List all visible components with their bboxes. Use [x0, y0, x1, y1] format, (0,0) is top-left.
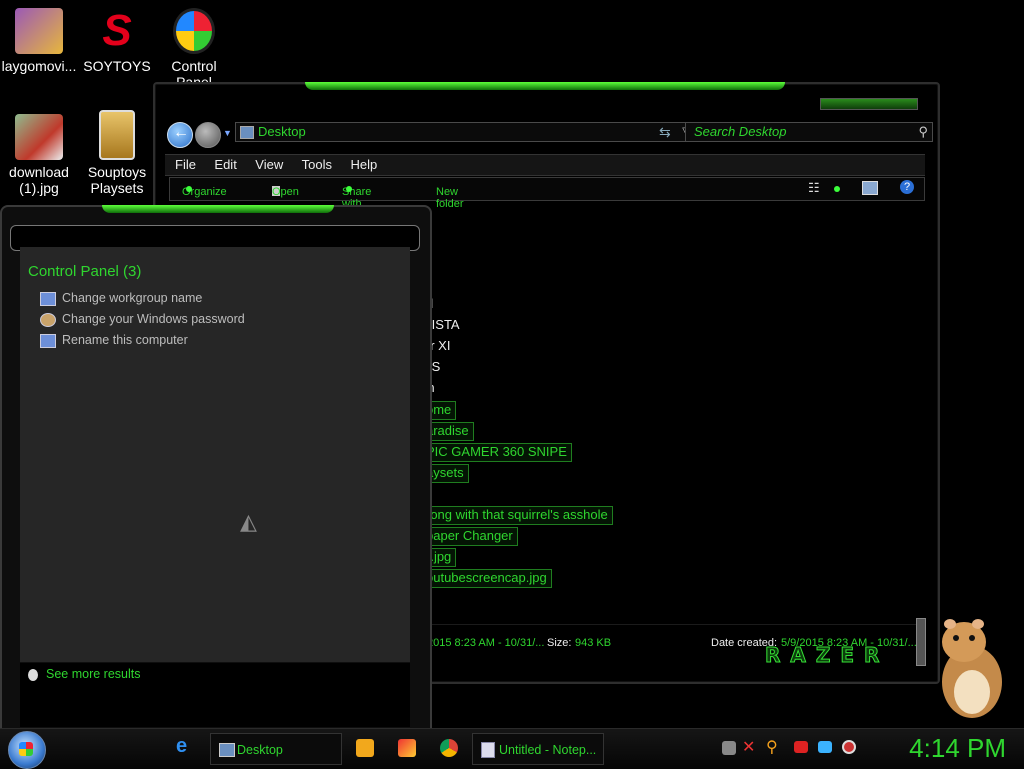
taskbar-button-label: Untitled - Notep... [499, 743, 597, 757]
speaker-icon[interactable] [842, 740, 856, 754]
network-icon[interactable] [722, 741, 736, 755]
preview-pane-icon[interactable] [862, 181, 878, 195]
razer-logo: RAZER [764, 643, 890, 668]
menu-view[interactable]: View [255, 155, 283, 175]
back-arrow-icon: ← [173, 124, 189, 141]
flag-icon[interactable] [794, 741, 808, 753]
result-label: Rename this computer [62, 333, 188, 347]
size-value: 943 KB [575, 637, 612, 649]
desktop-icon-label: download (1).jpg [9, 164, 69, 196]
list-item[interactable]: rong with that squirrel's asshole [423, 506, 613, 525]
result-item[interactable]: Rename this computer [40, 333, 188, 348]
desktop-icon-label: Control Panel [171, 58, 217, 82]
result-label: Change your Windows password [62, 312, 245, 326]
size-label: Size: [547, 637, 572, 649]
list-item[interactable]: paper Changer [423, 527, 518, 546]
desktop-icon-souptoys[interactable]: Souptoys Playsets [78, 110, 156, 196]
list-item[interactable]: PIC GAMER 360 SNIPE [423, 443, 572, 462]
menu-bar: File Edit View Tools Help [165, 154, 925, 176]
address-text: Desktop [258, 124, 306, 139]
menu-tools[interactable]: Tools [302, 155, 332, 175]
desktop-icon-label: Souptoys Playsets [87, 164, 147, 196]
control-panel-icon [173, 8, 215, 54]
help-icon[interactable]: ? [900, 180, 914, 194]
back-button[interactable]: ← [167, 122, 193, 148]
panel-footer: See more results [20, 663, 410, 727]
taskbar-clock[interactable]: 4:14 PM [909, 733, 1006, 764]
desktop-icon-control-panel[interactable]: Control Panel [155, 8, 233, 82]
soytoys-logo-icon: S [102, 6, 132, 55]
results-section-title[interactable]: Control Panel (3) [28, 263, 141, 280]
new-folder-label: New folder [436, 186, 464, 210]
dropdown-dot-icon [186, 186, 192, 192]
folder-icon [219, 743, 235, 757]
address-bar[interactable]: Desktop ▽ [235, 122, 699, 142]
forward-button[interactable] [195, 122, 221, 148]
search-results-icon [28, 668, 38, 681]
windows-logo-icon [19, 742, 33, 756]
menu-file[interactable]: File [175, 155, 196, 175]
search-input[interactable]: Search Desktop ⚲ [685, 122, 933, 142]
see-more-label: See more results [46, 667, 141, 681]
taskbar: e Desktop Untitled - Notep... ✕ ⚲ 4:14 P… [0, 728, 1024, 769]
desktop-icon-laygomovie[interactable]: laygomovi... [0, 8, 78, 74]
result-item[interactable]: Change your Windows password [40, 312, 245, 327]
command-bar: Organize Open Share with New folder ☷ ? [169, 177, 925, 210]
chrome-icon[interactable] [440, 739, 458, 757]
search-icon: ⚲ [918, 124, 928, 139]
date-modified-value: 2015 8:23 AM - 10/31/... [427, 637, 545, 649]
mouse-cursor-icon: ◭ [240, 509, 257, 534]
start-button[interactable] [8, 731, 46, 769]
result-label: Change workgroup name [62, 291, 203, 305]
taskbar-button-desktop[interactable]: Desktop [210, 733, 342, 765]
desktop-icon-download-jpg[interactable]: download (1).jpg [0, 114, 78, 196]
view-options-icon[interactable]: ☷ [808, 180, 820, 196]
media-player-icon[interactable] [356, 739, 374, 757]
see-more-results-link[interactable]: See more results [28, 667, 140, 681]
computer-icon [40, 333, 56, 348]
internet-explorer-icon[interactable]: e [176, 735, 194, 757]
menu-help[interactable]: Help [350, 155, 377, 175]
panel-top-glow [102, 205, 334, 213]
list-item[interactable]: outubescreencap.jpg [423, 569, 552, 588]
desktop-icon-label: SOYTOYS [83, 58, 151, 74]
open-label: Open [272, 186, 299, 198]
paint-icon[interactable] [398, 739, 416, 757]
workgroup-icon [40, 291, 56, 306]
history-dropdown-icon[interactable]: ▼ [223, 128, 232, 138]
scrollbar-thumb[interactable] [916, 618, 926, 666]
tool-icon[interactable]: ✕ [742, 737, 760, 756]
desktop-icon-soytoys[interactable]: S SOYTOYS [78, 6, 156, 75]
display-icon[interactable] [818, 741, 832, 753]
taskbar-button-label: Desktop [237, 743, 283, 757]
search-placeholder: Search Desktop [694, 124, 787, 139]
refresh-icon[interactable]: ⇆ [659, 124, 671, 141]
window-top-glow [305, 82, 785, 90]
taskbar-button-notepad[interactable]: Untitled - Notep... [472, 733, 604, 765]
dropdown-dot-icon [346, 186, 352, 192]
hamster-mascot-icon [942, 619, 1002, 718]
notepad-icon [481, 742, 495, 758]
window-controls[interactable] [820, 98, 918, 110]
start-menu-panel: Control Panel (3) Change workgroup name … [0, 205, 432, 732]
souptoys-icon [99, 110, 135, 160]
search-icon[interactable]: ⚲ [766, 737, 784, 756]
movie-file-icon [15, 8, 63, 54]
view-dropdown-dot-icon[interactable] [834, 186, 840, 192]
users-icon [40, 312, 56, 327]
folder-icon [240, 126, 254, 139]
image-file-icon [15, 114, 63, 160]
search-results: Control Panel (3) Change workgroup name … [20, 247, 410, 662]
result-item[interactable]: Change workgroup name [40, 291, 202, 306]
menu-edit[interactable]: Edit [214, 155, 236, 175]
desktop-icon-label: laygomovi... [1, 58, 77, 74]
